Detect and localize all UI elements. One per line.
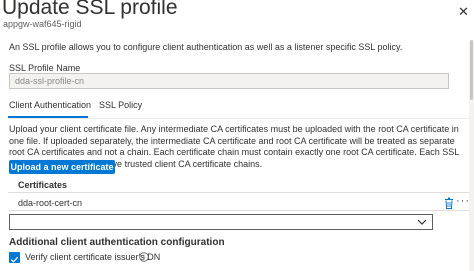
profile-name-field: dda-ssl-profile-cn: [9, 73, 449, 89]
trash-icon[interactable]: [444, 197, 454, 209]
certificates-header-divider: [8, 192, 470, 193]
certificate-row-divider: [8, 210, 470, 211]
description-text: An SSL profile allows you to configure c…: [9, 42, 403, 52]
additional-config-heading: Additional client authentication configu…: [9, 237, 225, 248]
tab-ssl-policy[interactable]: SSL Policy: [99, 100, 142, 110]
certificates-column-header: Certificates: [18, 180, 68, 190]
tab-client-authentication[interactable]: Client Authentication: [9, 100, 91, 110]
chevron-down-icon: [417, 219, 427, 225]
more-icon[interactable]: ···: [456, 195, 470, 207]
upload-certificate-button[interactable]: Upload a new certificate: [9, 160, 115, 174]
page-title: Update SSL profile: [2, 0, 178, 19]
tabs-divider: [8, 118, 474, 119]
profile-name-label: SSL Profile Name: [9, 63, 81, 73]
certificate-select-dropdown[interactable]: [9, 214, 433, 230]
info-icon[interactable]: [139, 252, 149, 262]
close-icon[interactable]: ✕: [458, 4, 469, 20]
scrollbar-thumb[interactable]: [470, 40, 473, 100]
checkmark-icon: [10, 256, 19, 263]
resource-subtitle: appgw-waf645-rigid: [3, 19, 82, 29]
verify-issuer-checkbox[interactable]: [9, 252, 20, 263]
certificate-row-name: dda-root-cert-cn: [18, 198, 83, 208]
